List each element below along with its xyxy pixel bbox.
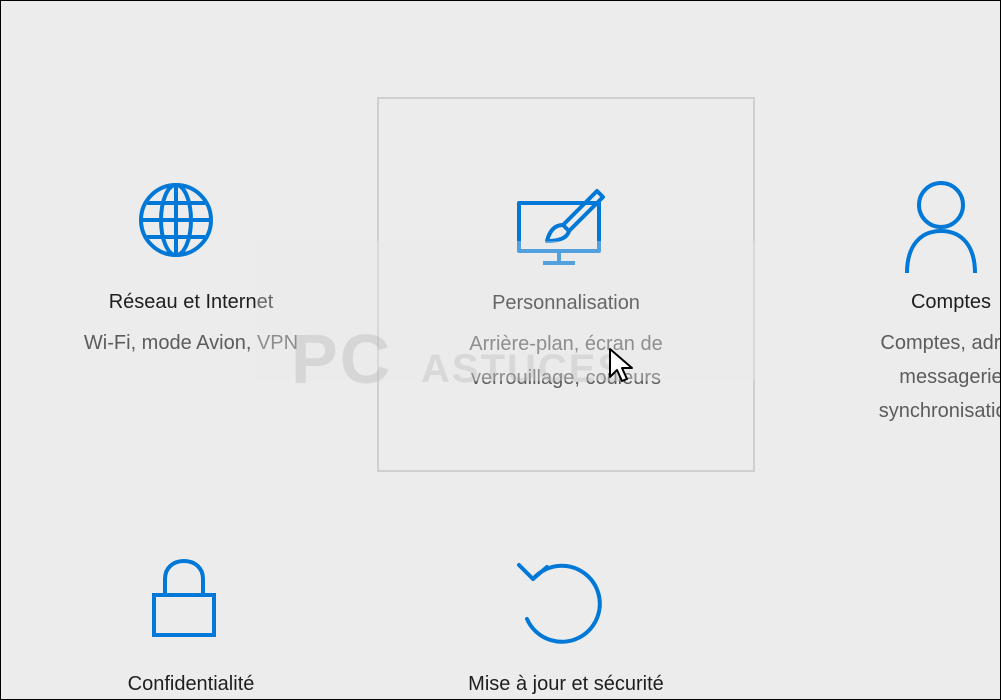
- person-icon: [905, 181, 977, 274]
- globe-icon: [139, 183, 213, 257]
- tile-description: Comptes, adres: [880, 332, 1001, 354]
- tile-accounts[interactable]: Comptes Comptes, adres messagerie synchr…: [791, 171, 1001, 441]
- tile-description: synchronisation,: [878, 400, 1000, 422]
- tile-update[interactable]: Mise à jour et sécurité: [377, 551, 755, 699]
- lock-icon: [152, 558, 216, 637]
- tile-privacy[interactable]: Confidentialité: [31, 551, 351, 699]
- mouse-cursor-icon: [609, 348, 633, 382]
- settings-window: Réseau et Internet Wi-Fi, mode Avion, VP…: [0, 0, 1001, 700]
- tile-title: Mise à jour et sécurité: [468, 673, 664, 695]
- watermark-logo: PC: [291, 320, 393, 398]
- tile-title: Confidentialité: [127, 673, 255, 695]
- tile-description: messagerie: [899, 366, 1001, 388]
- refresh-icon: [517, 563, 602, 644]
- watermark-logo-sub: ASTUCES: [421, 347, 627, 391]
- tile-title: Comptes: [910, 291, 992, 313]
